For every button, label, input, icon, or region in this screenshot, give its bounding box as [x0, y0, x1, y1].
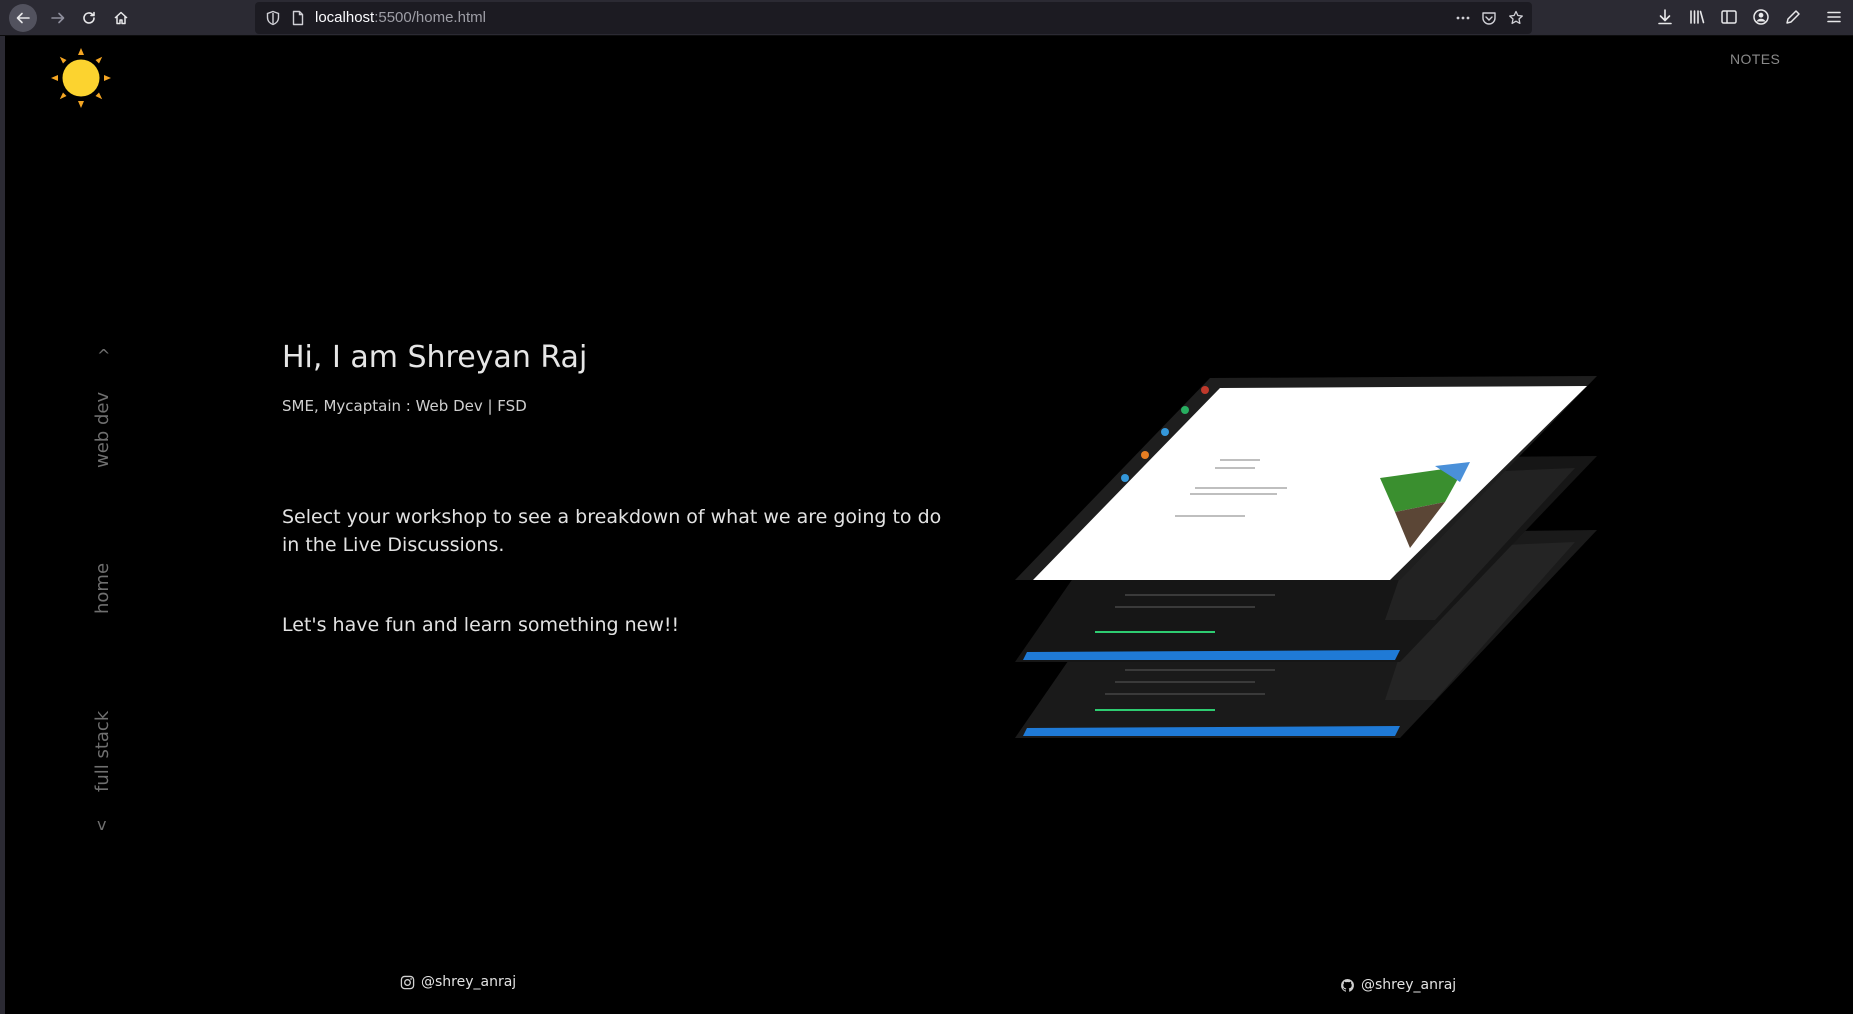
instagram-icon	[400, 975, 415, 989]
account-icon[interactable]	[1752, 8, 1770, 26]
instagram-handle: @shrey_anraj	[421, 974, 517, 990]
url-bar[interactable]: localhost:5500/home.html	[255, 2, 1532, 34]
notes-link[interactable]: NOTES	[1730, 51, 1780, 67]
menu-icon[interactable]	[1825, 8, 1843, 26]
github-link[interactable]: @shrey_anraj	[1340, 977, 1456, 993]
downloads-icon[interactable]	[1656, 8, 1674, 26]
home-icon	[114, 11, 128, 25]
forward-button[interactable]	[44, 4, 72, 32]
hero-title: Hi, I am Shreyan Raj	[282, 340, 588, 375]
shield-icon[interactable]	[265, 10, 281, 26]
reload-icon	[83, 11, 95, 24]
back-button[interactable]	[9, 4, 37, 32]
bookmark-star-icon[interactable]	[1508, 10, 1524, 26]
reload-button[interactable]	[75, 4, 103, 32]
theme-toggle-sun-icon[interactable]	[50, 47, 112, 109]
pocket-icon[interactable]	[1481, 10, 1497, 26]
sidebar-icon[interactable]	[1720, 8, 1738, 26]
nav-down-arrow[interactable]: v	[97, 815, 106, 834]
github-icon	[1341, 978, 1354, 992]
github-handle: @shrey_anraj	[1361, 977, 1457, 993]
page-info-icon[interactable]	[290, 10, 306, 26]
more-actions-icon[interactable]	[1455, 10, 1471, 26]
instagram-link[interactable]: @shrey_anraj	[400, 974, 516, 990]
url-host: localhost	[315, 9, 375, 26]
url-text[interactable]: localhost:5500/home.html	[315, 9, 486, 26]
arrow-right-icon	[51, 12, 65, 24]
hero-tagline: Let's have fun and learn something new!!	[282, 614, 680, 636]
browser-toolbar: localhost:5500/home.html	[0, 0, 1853, 36]
nav-item-web-dev[interactable]: web dev	[92, 392, 113, 468]
hero-subtitle: SME, Mycaptain : Web Dev | FSD	[282, 397, 527, 415]
hero-description: Select your workshop to see a breakdown …	[282, 506, 942, 556]
home-button[interactable]	[107, 4, 135, 32]
nav-item-home[interactable]: home	[92, 563, 113, 614]
nav-item-full-stack[interactable]: full stack	[92, 711, 113, 792]
stacked-screens-illustration	[1015, 376, 1597, 738]
arrow-left-icon	[16, 12, 30, 24]
library-icon[interactable]	[1688, 8, 1706, 26]
url-path: :5500/home.html	[374, 9, 486, 26]
pencil-icon[interactable]	[1784, 8, 1802, 26]
nav-up-arrow[interactable]: ^	[97, 346, 110, 365]
